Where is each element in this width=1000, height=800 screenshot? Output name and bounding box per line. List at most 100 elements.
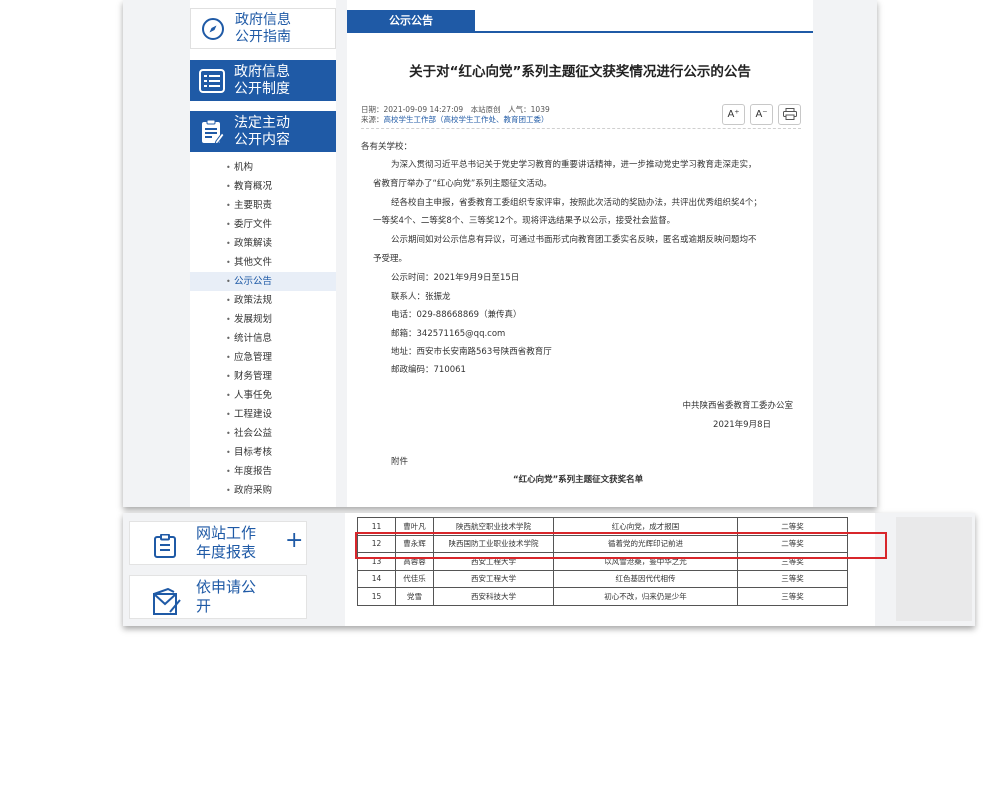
article-meta-source: 来源：高校学生工作部（高校学生工作处、教育团工委）	[361, 114, 549, 125]
print-button[interactable]	[778, 104, 801, 125]
prize-level: 三等奖	[737, 569, 848, 588]
school-name: 西安科技大学	[433, 587, 554, 606]
menu-item-label: 人事任免	[234, 390, 273, 401]
sidebar-card-label: 网站工作 年度报表	[196, 524, 257, 561]
compass-icon	[191, 17, 235, 41]
sidebar-card-label: 法定主动 公开内容	[234, 114, 290, 148]
printer-icon	[782, 108, 797, 120]
source-link[interactable]: 高校学生工作部（高校学生工作处、教育团工委）	[384, 115, 549, 124]
meta-divider	[361, 128, 801, 129]
tab-underline	[347, 31, 813, 33]
sidebar-menu-item[interactable]: 机构	[190, 158, 336, 177]
menu-item-label: 政策解读	[234, 238, 273, 249]
work-title: 初心不改，归来仍是少年	[553, 587, 738, 606]
sidebar-menu-item[interactable]: 发展规划	[190, 310, 336, 329]
sidebar-menu-item[interactable]: 目标考核	[190, 443, 336, 462]
contact-phone: 电话：029-88668869（兼传真）	[391, 310, 522, 320]
sidebar-menu-item[interactable]: 主要职责	[190, 196, 336, 215]
menu-item-label: 政策法规	[234, 295, 273, 306]
highlight-box	[355, 532, 887, 559]
sidebar-menu-item[interactable]: 委厅文件	[190, 215, 336, 234]
sidebar-card-statutory-content[interactable]: 法定主动 公开内容	[190, 111, 336, 152]
sidebar-card-label: 依申请公开	[196, 578, 257, 615]
prize-level: 三等奖	[737, 587, 848, 606]
menu-item-label: 应急管理	[234, 352, 273, 363]
apply-icon	[152, 587, 182, 620]
menu-item-label: 年度报告	[234, 466, 273, 477]
menu-item-label: 社会公益	[234, 428, 273, 439]
paragraph-3-line-1: 公示期间如对公示信息有异议，可通过书面形式向教育团工委实名反映，匿名或逾期反映问…	[391, 235, 757, 245]
sidebar-menu-item[interactable]: 人事任免	[190, 386, 336, 405]
font-smaller-button[interactable]: A⁻	[750, 104, 773, 125]
signature-date: 2021年9月8日	[713, 420, 771, 430]
sidebar-card-label: 政府信息 公开指南	[235, 11, 291, 45]
award-table: 11 曹叶凡 陕西航空职业技术学院 红心向党，成才报国 二等奖 12 曹永辉 陕西国防工业职业…	[357, 517, 848, 606]
sidebar-card-disclosure-guide[interactable]: 政府信息 公开指南	[190, 8, 336, 49]
work-title: 红色基因代代相传	[553, 569, 738, 588]
menu-item-label: 工程建设	[234, 409, 273, 420]
winners-list-title: “红心向党”系列主题征文获奖名单	[513, 475, 644, 485]
paragraph-3-line-2: 予受理。	[373, 254, 408, 264]
right-margin-panel	[896, 517, 972, 621]
sidebar-menu-item[interactable]: 政策解读	[190, 234, 336, 253]
list-icon	[190, 68, 234, 93]
source-label: 来源：	[361, 115, 384, 124]
font-larger-button[interactable]: A⁺	[722, 104, 745, 125]
sidebar-menu-item[interactable]: 其他文件	[190, 253, 336, 272]
sidebar: 政府信息公开指南 政府信息公开制度 法定主动公开内容 机构教育概况主要职责委厅文…	[190, 0, 336, 507]
paragraph-1-line-2: 省教育厅举办了“红心向党”系列主题征文活动。	[373, 179, 552, 189]
report-icon	[152, 533, 180, 562]
row-number: 15	[357, 587, 396, 606]
winner-name: 代佳乐	[395, 569, 434, 588]
award-table-panel: 11 曹叶凡 陕西航空职业技术学院 红心向党，成才报国 二等奖 12 曹永辉 陕西国防工业职业…	[345, 513, 875, 626]
sidebar-menu-item[interactable]: 政策法规	[190, 291, 336, 310]
menu-item-label: 其他文件	[234, 257, 273, 268]
menu-item-label: 财务管理	[234, 371, 273, 382]
menu-item-label: 主要职责	[234, 200, 273, 211]
greeting: 各有关学校：	[361, 142, 413, 152]
announcement-screenshot: 政府信息公开指南 政府信息公开制度 法定主动公开内容 机构教育概况主要职责委厅文…	[123, 0, 877, 507]
menu-item-label: 目标考核	[234, 447, 273, 458]
contact-email: 邮箱：342571165@qq.com	[391, 329, 506, 339]
paragraph-2-line-1: 经各校自主申报，省委教育工委组织专家评审，按照此次活动的奖励办法，共评出优秀组织…	[391, 198, 762, 208]
publicity-period: 公示时间：2021年9月9日至15日	[391, 273, 520, 283]
contact-person: 联系人：张振龙	[391, 292, 451, 302]
sidebar-menu-item[interactable]: 年度报告	[190, 462, 336, 481]
menu-item-label: 发展规划	[234, 314, 273, 325]
menu-item-label: 机构	[234, 162, 254, 173]
sidebar-menu-item[interactable]: 公示公告	[190, 272, 336, 291]
sidebar-card-label: 政府信息 公开制度	[234, 63, 290, 97]
menu-item-label: 政府采购	[234, 485, 273, 496]
row-number: 14	[357, 569, 396, 588]
sidebar-menu-item[interactable]: 工程建设	[190, 405, 336, 424]
sidebar-menu: 机构教育概况主要职责委厅文件政策解读其他文件公示公告政策法规发展规划统计信息应急…	[190, 158, 336, 500]
sidebar-card-disclosure-system[interactable]: 政府信息 公开制度	[190, 60, 336, 101]
sidebar-menu-item[interactable]: 统计信息	[190, 329, 336, 348]
menu-item-label: 教育概况	[234, 181, 273, 192]
paragraph-2-line-2: 一等奖4个、二等奖8个、三等奖12个。现将评选结果予以公示，接受社会监督。	[373, 216, 676, 226]
sidebar-menu-item[interactable]: 教育概况	[190, 177, 336, 196]
menu-item-label: 公示公告	[234, 276, 273, 287]
sidebar-menu-item[interactable]: 政府采购	[190, 481, 336, 500]
contact-address: 地址：西安市长安南路563号陕西省教育厅	[391, 347, 552, 357]
winner-name: 党雪	[395, 587, 434, 606]
sidebar-menu-item[interactable]: 应急管理	[190, 348, 336, 367]
contact-postcode: 邮政编码：710061	[391, 365, 466, 375]
article-title: 关于对“红心向党”系列主题征文获奖情况进行公示的公告	[409, 64, 751, 80]
table-row: 15 党雪 西安科技大学 初心不改，归来仍是少年 三等奖	[357, 587, 848, 606]
menu-item-label: 委厅文件	[234, 219, 273, 230]
signature-org: 中共陕西省委教育工委办公室	[682, 401, 793, 411]
menu-item-label: 统计信息	[234, 333, 273, 344]
tab-announcements[interactable]: 公示公告	[347, 10, 475, 31]
school-name: 西安工程大学	[433, 569, 554, 588]
table-row: 14 代佳乐 西安工程大学 红色基因代代相传 三等奖	[357, 569, 848, 588]
paragraph-1-line-1: 为深入贯彻习近平总书记关于党史学习教育的重要讲话精神，进一步推动党史学习教育走深…	[391, 160, 757, 170]
sidebar-card-apply-disclosure[interactable]: 依申请公开	[129, 575, 307, 619]
expand-plus-icon[interactable]: +	[285, 528, 303, 553]
sidebar-card-annual-report[interactable]: 网站工作 年度报表 +	[129, 521, 307, 565]
sidebar-menu-item[interactable]: 财务管理	[190, 367, 336, 386]
award-table-screenshot: 网站工作 年度报表 + 依申请公开 11 曹叶凡 陕西航空职业技术学院 红心向党，成才报…	[123, 513, 975, 626]
sidebar-menu-item[interactable]: 社会公益	[190, 424, 336, 443]
clipboard-edit-icon	[190, 119, 234, 145]
attachment-label: 附件	[391, 457, 409, 467]
